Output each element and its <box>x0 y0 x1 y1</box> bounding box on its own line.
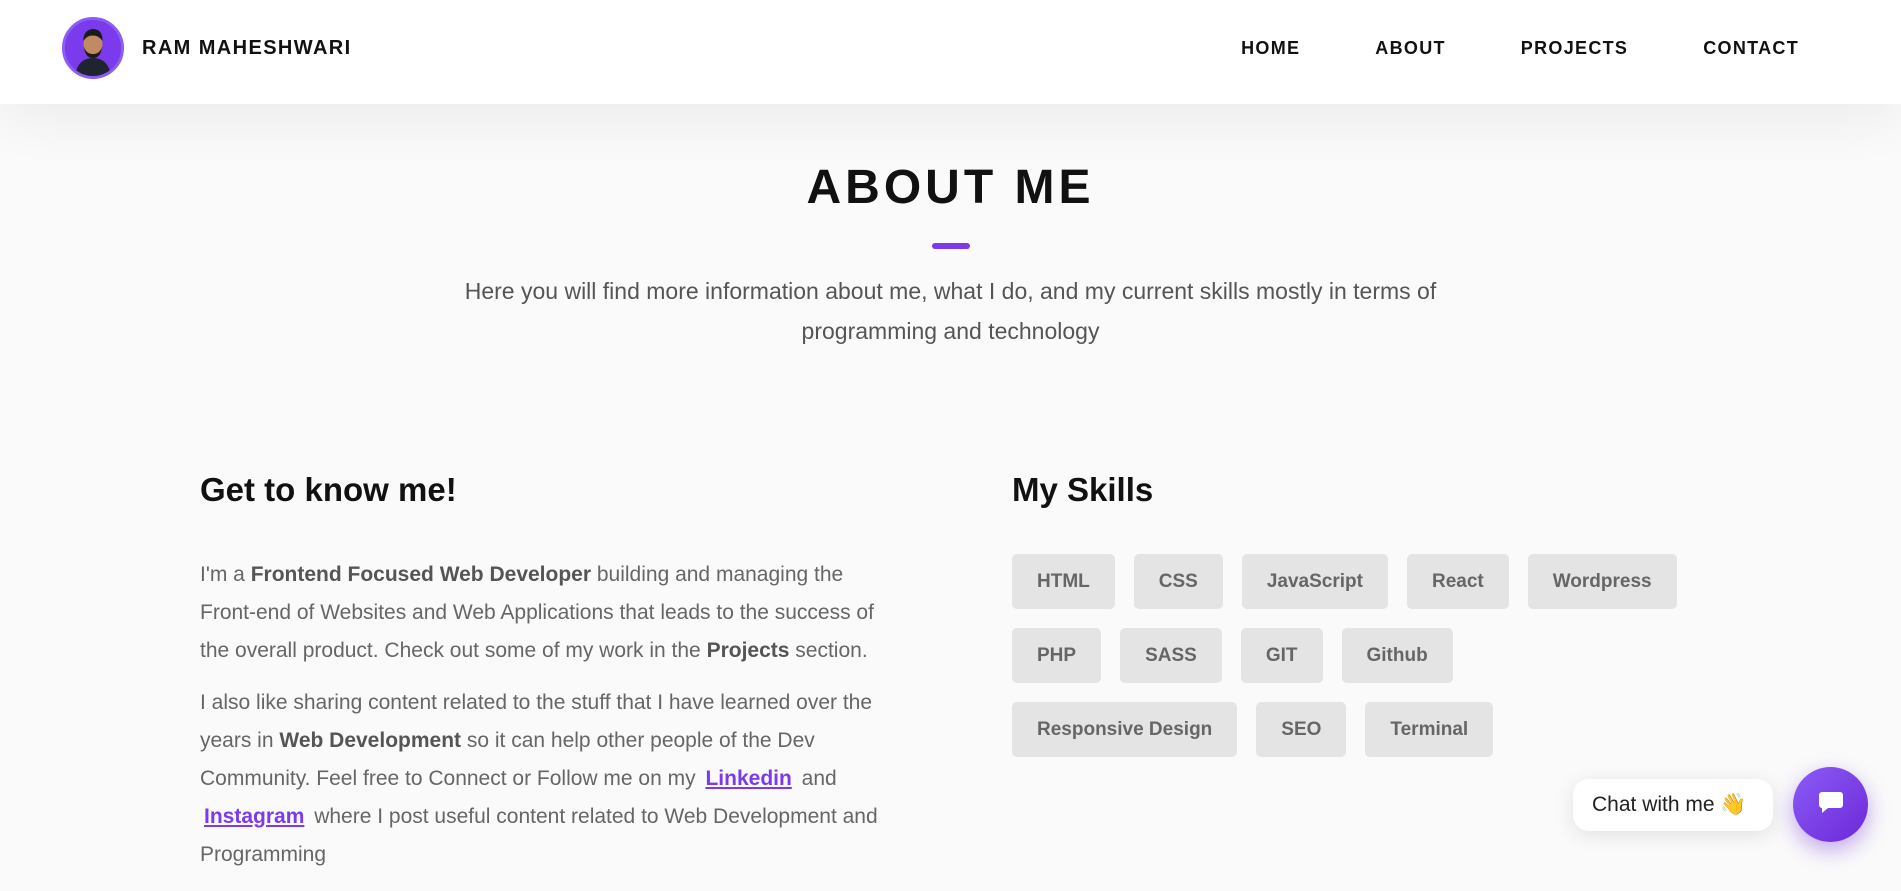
brand-name: RAM MAHESHWARI <box>142 36 352 59</box>
intro-p2-text-d: and <box>795 767 837 790</box>
skill-tag: HTML <box>1012 554 1115 609</box>
intro-title: Get to know me! <box>200 471 457 508</box>
skill-tag: SEO <box>1256 702 1347 757</box>
intro-column: Get to know me! I'm a Frontend Focused W… <box>200 470 900 874</box>
brand[interactable]: RAM MAHESHWARI <box>62 17 352 79</box>
skill-tag: SASS <box>1120 628 1222 683</box>
skills-title: My Skills <box>1012 471 1154 508</box>
linkedin-link[interactable]: Linkedin <box>701 767 795 790</box>
skill-tag: Github <box>1341 628 1453 683</box>
nav-home[interactable]: HOME <box>1241 38 1300 59</box>
nav-projects[interactable]: PROJECTS <box>1521 38 1628 59</box>
intro-p1-highlight-role: Frontend Focused Web Developer <box>250 563 592 586</box>
main-nav: HOME ABOUT PROJECTS CONTACT <box>1166 38 1799 59</box>
site-header: RAM MAHESHWARI HOME ABOUT PROJECTS CONTA… <box>0 0 1901 104</box>
about-subtitle: Here you will find more information abou… <box>464 278 1437 344</box>
skills-column: My Skills HTML CSS JavaScript React Word… <box>1012 470 1712 776</box>
skill-tag: Terminal <box>1365 702 1494 757</box>
nav-contact[interactable]: CONTACT <box>1703 38 1799 59</box>
intro-paragraph-1: I'm a Frontend Focused Web Developer bui… <box>200 556 900 670</box>
skill-tag: Wordpress <box>1527 554 1677 609</box>
page-title: ABOUT ME <box>806 161 1095 214</box>
intro-p1-highlight-projects: Projects <box>706 639 790 662</box>
chat-icon <box>1816 787 1846 822</box>
skills-list: HTML CSS JavaScript React Wordpress PHP … <box>1012 554 1712 776</box>
intro-paragraph-2: I also like sharing content related to t… <box>200 684 900 874</box>
skill-tag: CSS <box>1133 554 1223 609</box>
skill-tag: Responsive Design <box>1012 702 1238 757</box>
avatar <box>62 17 124 79</box>
skill-tag: React <box>1406 554 1509 609</box>
chat-button[interactable] <box>1793 767 1868 842</box>
skill-tag: JavaScript <box>1241 554 1388 609</box>
intro-p2-highlight-webdev: Web Development <box>279 729 462 752</box>
intro-p1-text-a: I'm a <box>200 563 251 586</box>
about-heading-section: ABOUT ME Here you will find more informa… <box>0 160 1901 351</box>
nav-about[interactable]: ABOUT <box>1375 38 1446 59</box>
intro-p1-text-e: section. <box>789 639 868 662</box>
title-underline <box>931 243 970 249</box>
instagram-link[interactable]: Instagram <box>200 805 308 828</box>
skill-tag: PHP <box>1012 628 1102 683</box>
chat-prompt-bubble[interactable]: Chat with me 👋 <box>1573 779 1773 831</box>
skill-tag: GIT <box>1240 628 1323 683</box>
